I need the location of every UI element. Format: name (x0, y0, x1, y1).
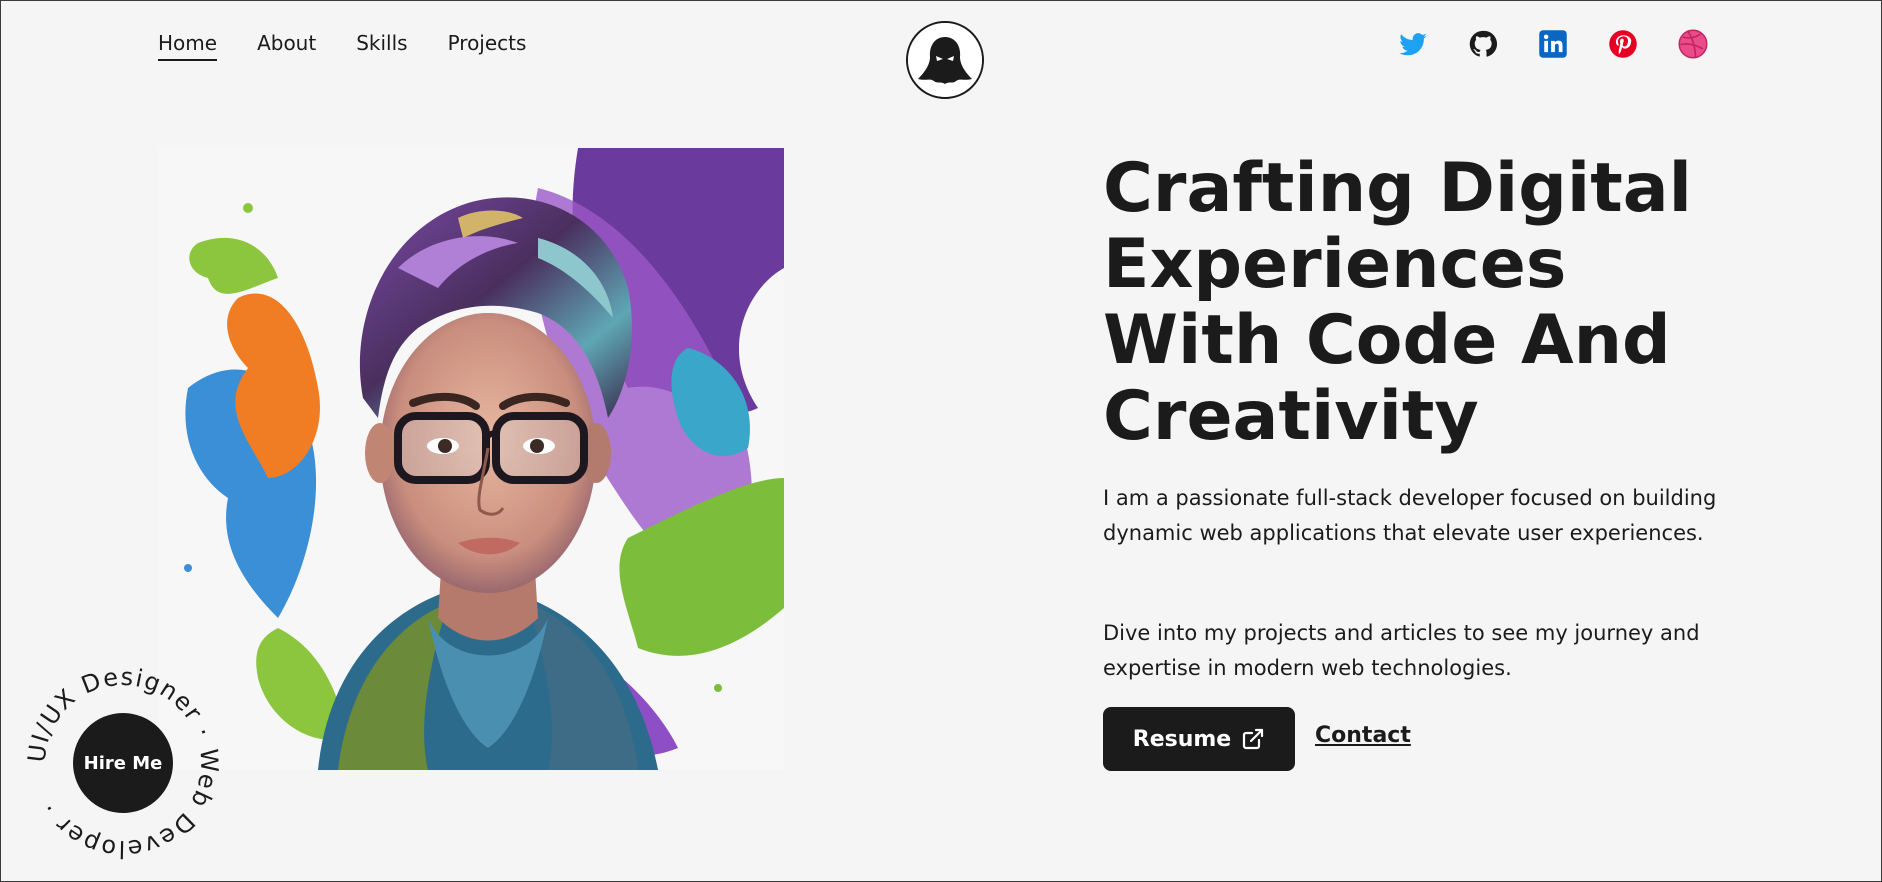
resume-label: Resume (1132, 726, 1232, 752)
main-nav: Home About Skills Projects (158, 31, 527, 61)
nav-skills[interactable]: Skills (356, 31, 407, 59)
linkedin-icon[interactable] (1538, 29, 1568, 59)
dribbble-icon[interactable] (1678, 29, 1708, 59)
hire-me-badge: UI/UX Designer · Web Developer · Hire Me (23, 663, 223, 863)
hero-intro-paragraph: I am a passionate full-stack developer f… (1103, 486, 1717, 545)
hero-headline: Crafting Digital Experiences With Code A… (1103, 149, 1692, 456)
nav-about[interactable]: About (257, 31, 316, 59)
hire-me-button[interactable]: Hire Me (73, 713, 173, 813)
twitter-icon[interactable] (1398, 29, 1428, 59)
external-link-icon (1243, 728, 1264, 750)
logo[interactable] (906, 21, 984, 99)
hero-portrait (158, 148, 784, 770)
nav-projects[interactable]: Projects (448, 31, 527, 59)
nav-home[interactable]: Home (158, 31, 218, 61)
ghost-icon (908, 23, 982, 97)
hero-secondary-paragraph: Dive into my projects and articles to se… (1103, 621, 1700, 680)
contact-link[interactable]: Contact (1315, 723, 1411, 748)
resume-button[interactable]: Resume (1103, 707, 1295, 771)
pinterest-icon[interactable] (1608, 29, 1638, 59)
github-icon[interactable] (1468, 29, 1498, 59)
social-links (1398, 29, 1708, 59)
